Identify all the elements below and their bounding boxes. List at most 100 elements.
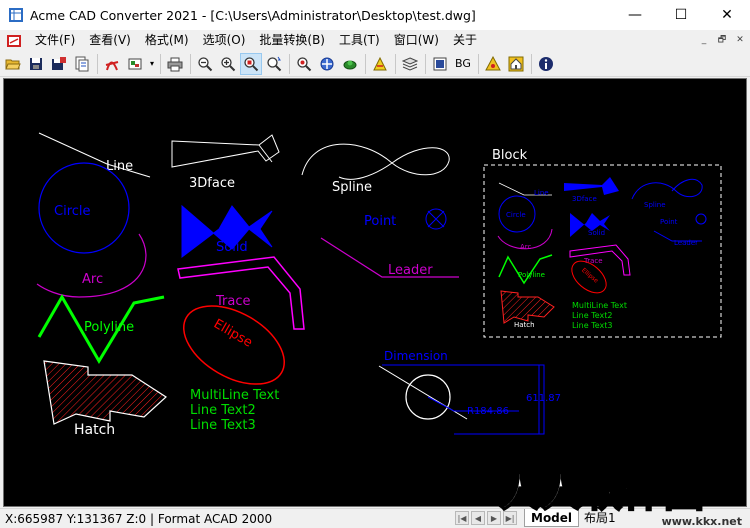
zoom-window-icon[interactable] [240, 52, 262, 75]
label-circle: Circle [54, 204, 91, 219]
hatch-entity [43, 360, 167, 425]
tab-layout1[interactable]: 布局1 [578, 509, 622, 527]
image-convert-dropdown-icon[interactable]: ▾ [147, 53, 157, 75]
3dface-entity [171, 134, 280, 168]
label-mtext-line2: Line Text2 [190, 403, 256, 418]
tab-model[interactable]: Model [524, 509, 580, 527]
image-convert-icon[interactable] [124, 53, 146, 75]
document-icon[interactable] [6, 33, 22, 49]
drawing-canvas[interactable]: Line 3Dface Spline Circle Arc Solid Poin… [3, 78, 747, 507]
menu-about[interactable]: 关于 [446, 30, 484, 51]
label-leader: Leader [388, 263, 433, 278]
menu-format[interactable]: 格式(M) [138, 30, 196, 51]
mdi-minimize-button[interactable]: _ [696, 33, 712, 47]
home-icon[interactable] [505, 53, 527, 75]
register-icon[interactable] [482, 53, 504, 75]
print-icon[interactable] [164, 53, 186, 75]
maximize-button[interactable]: ☐ [658, 0, 704, 30]
toolbar: ▾ BG [0, 51, 750, 77]
batch-convert-icon[interactable] [71, 53, 93, 75]
block-label-mtext1: MultiLine Text [572, 301, 627, 310]
window-controls: — ☐ ✕ [612, 0, 750, 30]
zoom-realtime-icon[interactable] [263, 53, 285, 75]
label-mtext-line3: Line Text3 [190, 418, 256, 433]
toolbar-separator [478, 53, 479, 74]
pan-icon[interactable] [316, 53, 338, 75]
window-title: Acme CAD Converter 2021 - [C:\Users\Admi… [30, 7, 476, 23]
status-bar: X:665987 Y:131367 Z:0 | Format ACAD 2000 [0, 508, 750, 528]
block-contents: Line 3Dface Spline Circle Solid Point Le… [497, 177, 707, 330]
pdf-convert-icon[interactable] [101, 53, 123, 75]
block-label-circle: Circle [506, 211, 526, 219]
coordinate-readout: X:665987 Y:131367 Z:0 | Format ACAD 2000 [5, 511, 273, 526]
mdi-close-button[interactable]: ✕ [732, 33, 748, 47]
block-label-mtext3: Line Text3 [572, 321, 612, 330]
menu-tools[interactable]: 工具(T) [332, 30, 387, 51]
label-ellipse: Ellipse [211, 317, 255, 351]
mdi-restore-button[interactable]: 🗗 [714, 33, 730, 47]
app-window: Acme CAD Converter 2021 - [C:\Users\Admi… [0, 0, 750, 528]
label-block: Block [492, 148, 528, 163]
zoom-in-icon[interactable] [217, 53, 239, 75]
block-label-leader: Leader [674, 239, 698, 247]
block-label-arc: Arc [520, 243, 532, 251]
info-icon[interactable] [535, 53, 557, 75]
point-entity-cross [427, 210, 445, 228]
menu-view[interactable]: 查看(V) [82, 30, 138, 51]
save-as-icon[interactable] [48, 53, 70, 75]
block-label-mtext2: Line Text2 [572, 311, 612, 320]
mdi-controls: _ 🗗 ✕ [696, 33, 748, 47]
line-entity [38, 132, 151, 178]
toolbar-separator [365, 53, 366, 74]
close-button[interactable]: ✕ [704, 0, 750, 30]
toolbar-separator [97, 53, 98, 74]
block-label-solid: Solid [588, 229, 605, 237]
toolbar-separator [425, 53, 426, 74]
label-spline: Spline [332, 180, 372, 195]
label-hatch: Hatch [74, 422, 115, 438]
next-layout-button[interactable]: ▶ [487, 511, 501, 525]
block-label-hatch: Hatch [514, 321, 535, 329]
label-dim-height: 611.87 [526, 393, 561, 404]
block-label-polyline: Polyline [518, 271, 545, 279]
menu-bar: 文件(F) 查看(V) 格式(M) 选项(O) 批量转换(B) 工具(T) 窗口… [0, 30, 750, 51]
layer-tool-icon[interactable] [369, 53, 391, 75]
trace-entity [177, 256, 305, 330]
block-label-point: Point [660, 218, 678, 226]
toolbar-separator [531, 53, 532, 74]
menu-batch-convert[interactable]: 批量转换(B) [252, 30, 332, 51]
app-icon [8, 7, 24, 23]
first-layout-button[interactable]: |◀ [455, 511, 469, 525]
spline-entity [301, 143, 450, 180]
label-3dface: 3Dface [189, 176, 235, 191]
save-icon[interactable] [25, 53, 47, 75]
menu-file[interactable]: 文件(F) [28, 30, 82, 51]
block-label-trace: Trace [583, 257, 603, 265]
background-color-button[interactable]: BG [452, 53, 474, 75]
last-layout-button[interactable]: ▶| [503, 511, 517, 525]
arc-entity [36, 233, 147, 298]
toolbar-separator [289, 53, 290, 74]
zoom-extents-icon[interactable] [293, 53, 315, 75]
toolbar-separator [190, 53, 191, 74]
three-d-view-icon[interactable] [339, 53, 361, 75]
label-solid: Solid [216, 240, 248, 255]
menu-window[interactable]: 窗口(W) [387, 30, 446, 51]
layout-navigation: |◀ ◀ ▶ ▶| [455, 511, 519, 525]
block-label-3dface: 3Dface [572, 195, 597, 203]
label-dimension: Dimension [384, 349, 448, 363]
title-bar[interactable]: Acme CAD Converter 2021 - [C:\Users\Admi… [0, 0, 750, 30]
black-background-icon[interactable] [429, 53, 451, 75]
zoom-out-icon[interactable] [194, 53, 216, 75]
label-arc: Arc [82, 272, 103, 287]
minimize-button[interactable]: — [612, 0, 658, 30]
label-mtext-line1: MultiLine Text [190, 388, 279, 403]
layers-icon[interactable] [399, 53, 421, 75]
prev-layout-button[interactable]: ◀ [471, 511, 485, 525]
open-folder-icon[interactable] [2, 53, 24, 75]
label-polyline: Polyline [84, 320, 134, 335]
block-label-line: Line [534, 189, 549, 197]
label-dim-radius: R184.86 [467, 406, 509, 417]
label-point: Point [364, 214, 396, 229]
menu-options[interactable]: 选项(O) [196, 30, 253, 51]
